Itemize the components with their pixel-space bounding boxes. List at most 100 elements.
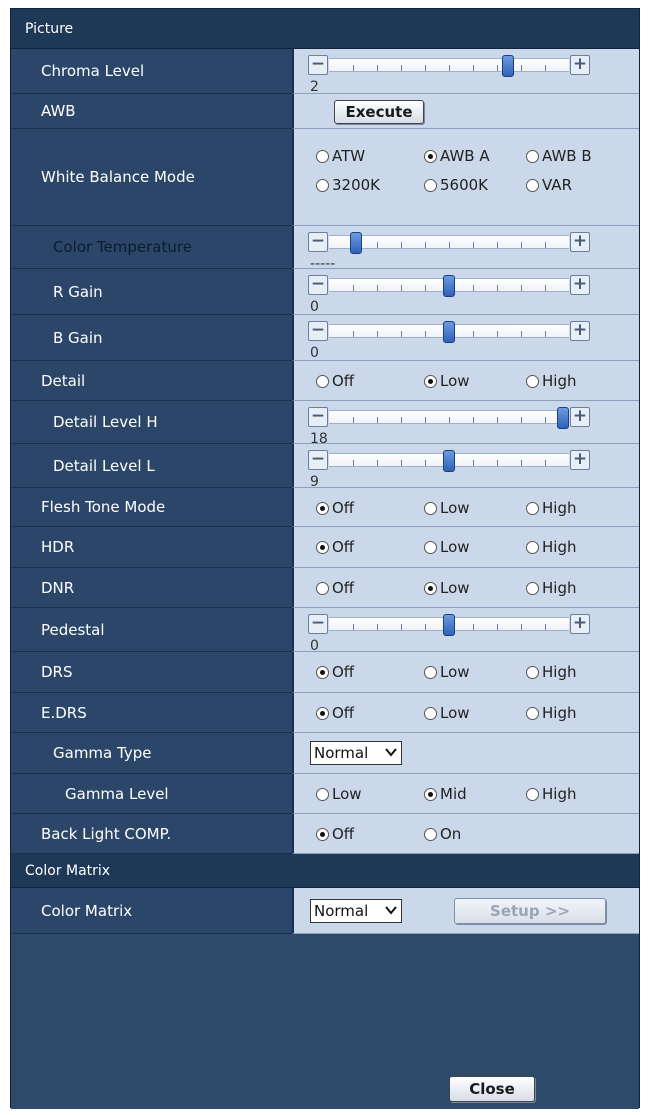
radio-button[interactable]: [526, 706, 539, 720]
radio-button[interactable]: [424, 665, 437, 679]
detail-level-l-slider[interactable]: − +: [308, 450, 590, 472]
slider-knob[interactable]: [443, 275, 455, 297]
radio-button[interactable]: [316, 149, 329, 163]
radio-button[interactable]: [424, 540, 437, 554]
color-matrix-select[interactable]: Normal: [310, 899, 402, 923]
minus-icon[interactable]: −: [308, 614, 328, 634]
drs-option-high[interactable]: High: [526, 663, 576, 681]
radio-button[interactable]: [526, 787, 539, 801]
gamma-level-option-high[interactable]: High: [526, 785, 576, 803]
radio-button[interactable]: [316, 540, 329, 554]
white-balance-mode-option-var[interactable]: VAR: [526, 176, 572, 194]
radio-button[interactable]: [316, 665, 329, 679]
drs-option-off[interactable]: Off: [316, 663, 354, 681]
white-balance-mode-option-5600k[interactable]: 5600K: [424, 176, 488, 194]
chroma-level-slider[interactable]: − +: [308, 55, 590, 77]
radio-button[interactable]: [316, 827, 329, 841]
detail-option-off[interactable]: Off: [316, 372, 354, 390]
edrs-option-low[interactable]: Low: [424, 704, 470, 722]
minus-icon[interactable]: −: [308, 232, 328, 252]
slider-track[interactable]: [329, 614, 569, 636]
slider-knob[interactable]: [443, 321, 455, 343]
dnr-option-low[interactable]: Low: [424, 579, 470, 597]
white-balance-mode-option-3200k[interactable]: 3200K: [316, 176, 380, 194]
radio-button[interactable]: [424, 787, 437, 801]
radio-button[interactable]: [424, 501, 437, 515]
slider-knob[interactable]: [443, 614, 455, 636]
back-light-comp-option-off[interactable]: Off: [316, 825, 354, 843]
execute-button[interactable]: Execute: [334, 100, 424, 124]
gamma-type-select[interactable]: Normal: [310, 741, 402, 765]
gamma-level-option-low[interactable]: Low: [316, 785, 362, 803]
radio-button[interactable]: [526, 374, 539, 388]
plus-icon[interactable]: +: [570, 275, 590, 295]
pedestal-slider[interactable]: − +: [308, 614, 590, 636]
radio-button[interactable]: [526, 540, 539, 554]
hdr-option-high[interactable]: High: [526, 538, 576, 556]
radio-button[interactable]: [316, 706, 329, 720]
slider-knob[interactable]: [350, 232, 362, 254]
minus-icon[interactable]: −: [308, 407, 328, 427]
slider-knob[interactable]: [502, 55, 514, 77]
radio-button[interactable]: [526, 178, 539, 192]
setting-label-b-gain: B Gain: [11, 315, 292, 361]
setting-control-b-gain: − +0: [292, 315, 639, 361]
minus-icon[interactable]: −: [308, 55, 328, 75]
plus-icon[interactable]: +: [570, 232, 590, 252]
hdr-option-low[interactable]: Low: [424, 538, 470, 556]
slider-track[interactable]: [329, 232, 569, 254]
flesh-tone-mode-option-off[interactable]: Off: [316, 499, 354, 517]
radio-button[interactable]: [316, 501, 329, 515]
radio-button[interactable]: [526, 501, 539, 515]
dnr-option-off[interactable]: Off: [316, 579, 354, 597]
radio-button[interactable]: [316, 787, 329, 801]
slider-track[interactable]: [329, 275, 569, 297]
b-gain-slider[interactable]: − +: [308, 321, 590, 343]
detail-level-h-slider[interactable]: − +: [308, 407, 590, 429]
slider-knob[interactable]: [557, 407, 569, 429]
plus-icon[interactable]: +: [570, 614, 590, 634]
plus-icon[interactable]: +: [570, 407, 590, 427]
plus-icon[interactable]: +: [570, 450, 590, 470]
back-light-comp-option-on[interactable]: On: [424, 825, 461, 843]
radio-button[interactable]: [526, 581, 539, 595]
white-balance-mode-option-atw[interactable]: ATW: [316, 147, 365, 165]
radio-button[interactable]: [424, 706, 437, 720]
plus-icon[interactable]: +: [570, 55, 590, 75]
color-temperature-slider[interactable]: − +: [308, 232, 590, 254]
setup-button[interactable]: Setup >>: [454, 898, 606, 924]
gamma-level-option-mid[interactable]: Mid: [424, 785, 467, 803]
plus-icon[interactable]: +: [570, 321, 590, 341]
white-balance-mode-option-awb-a[interactable]: AWB A: [424, 147, 490, 165]
radio-button[interactable]: [316, 374, 329, 388]
radio-button[interactable]: [424, 178, 437, 192]
slider-track[interactable]: [329, 321, 569, 343]
dnr-option-high[interactable]: High: [526, 579, 576, 597]
slider-track[interactable]: [329, 55, 569, 77]
slider-knob[interactable]: [443, 450, 455, 472]
radio-button[interactable]: [526, 665, 539, 679]
radio-button[interactable]: [316, 178, 329, 192]
radio-button[interactable]: [424, 149, 437, 163]
minus-icon[interactable]: −: [308, 321, 328, 341]
flesh-tone-mode-option-low[interactable]: Low: [424, 499, 470, 517]
slider-track[interactable]: [329, 450, 569, 472]
radio-button[interactable]: [526, 149, 539, 163]
close-button[interactable]: Close: [449, 1076, 535, 1102]
radio-button[interactable]: [424, 827, 437, 841]
slider-track[interactable]: [329, 407, 569, 429]
r-gain-slider[interactable]: − +: [308, 275, 590, 297]
minus-icon[interactable]: −: [308, 275, 328, 295]
edrs-option-off[interactable]: Off: [316, 704, 354, 722]
radio-button[interactable]: [424, 374, 437, 388]
edrs-option-high[interactable]: High: [526, 704, 576, 722]
minus-icon[interactable]: −: [308, 450, 328, 470]
hdr-option-off[interactable]: Off: [316, 538, 354, 556]
detail-option-high[interactable]: High: [526, 372, 576, 390]
radio-button[interactable]: [424, 581, 437, 595]
radio-button[interactable]: [316, 581, 329, 595]
flesh-tone-mode-option-high[interactable]: High: [526, 499, 576, 517]
drs-option-low[interactable]: Low: [424, 663, 470, 681]
detail-option-low[interactable]: Low: [424, 372, 470, 390]
white-balance-mode-option-awb-b[interactable]: AWB B: [526, 147, 592, 165]
